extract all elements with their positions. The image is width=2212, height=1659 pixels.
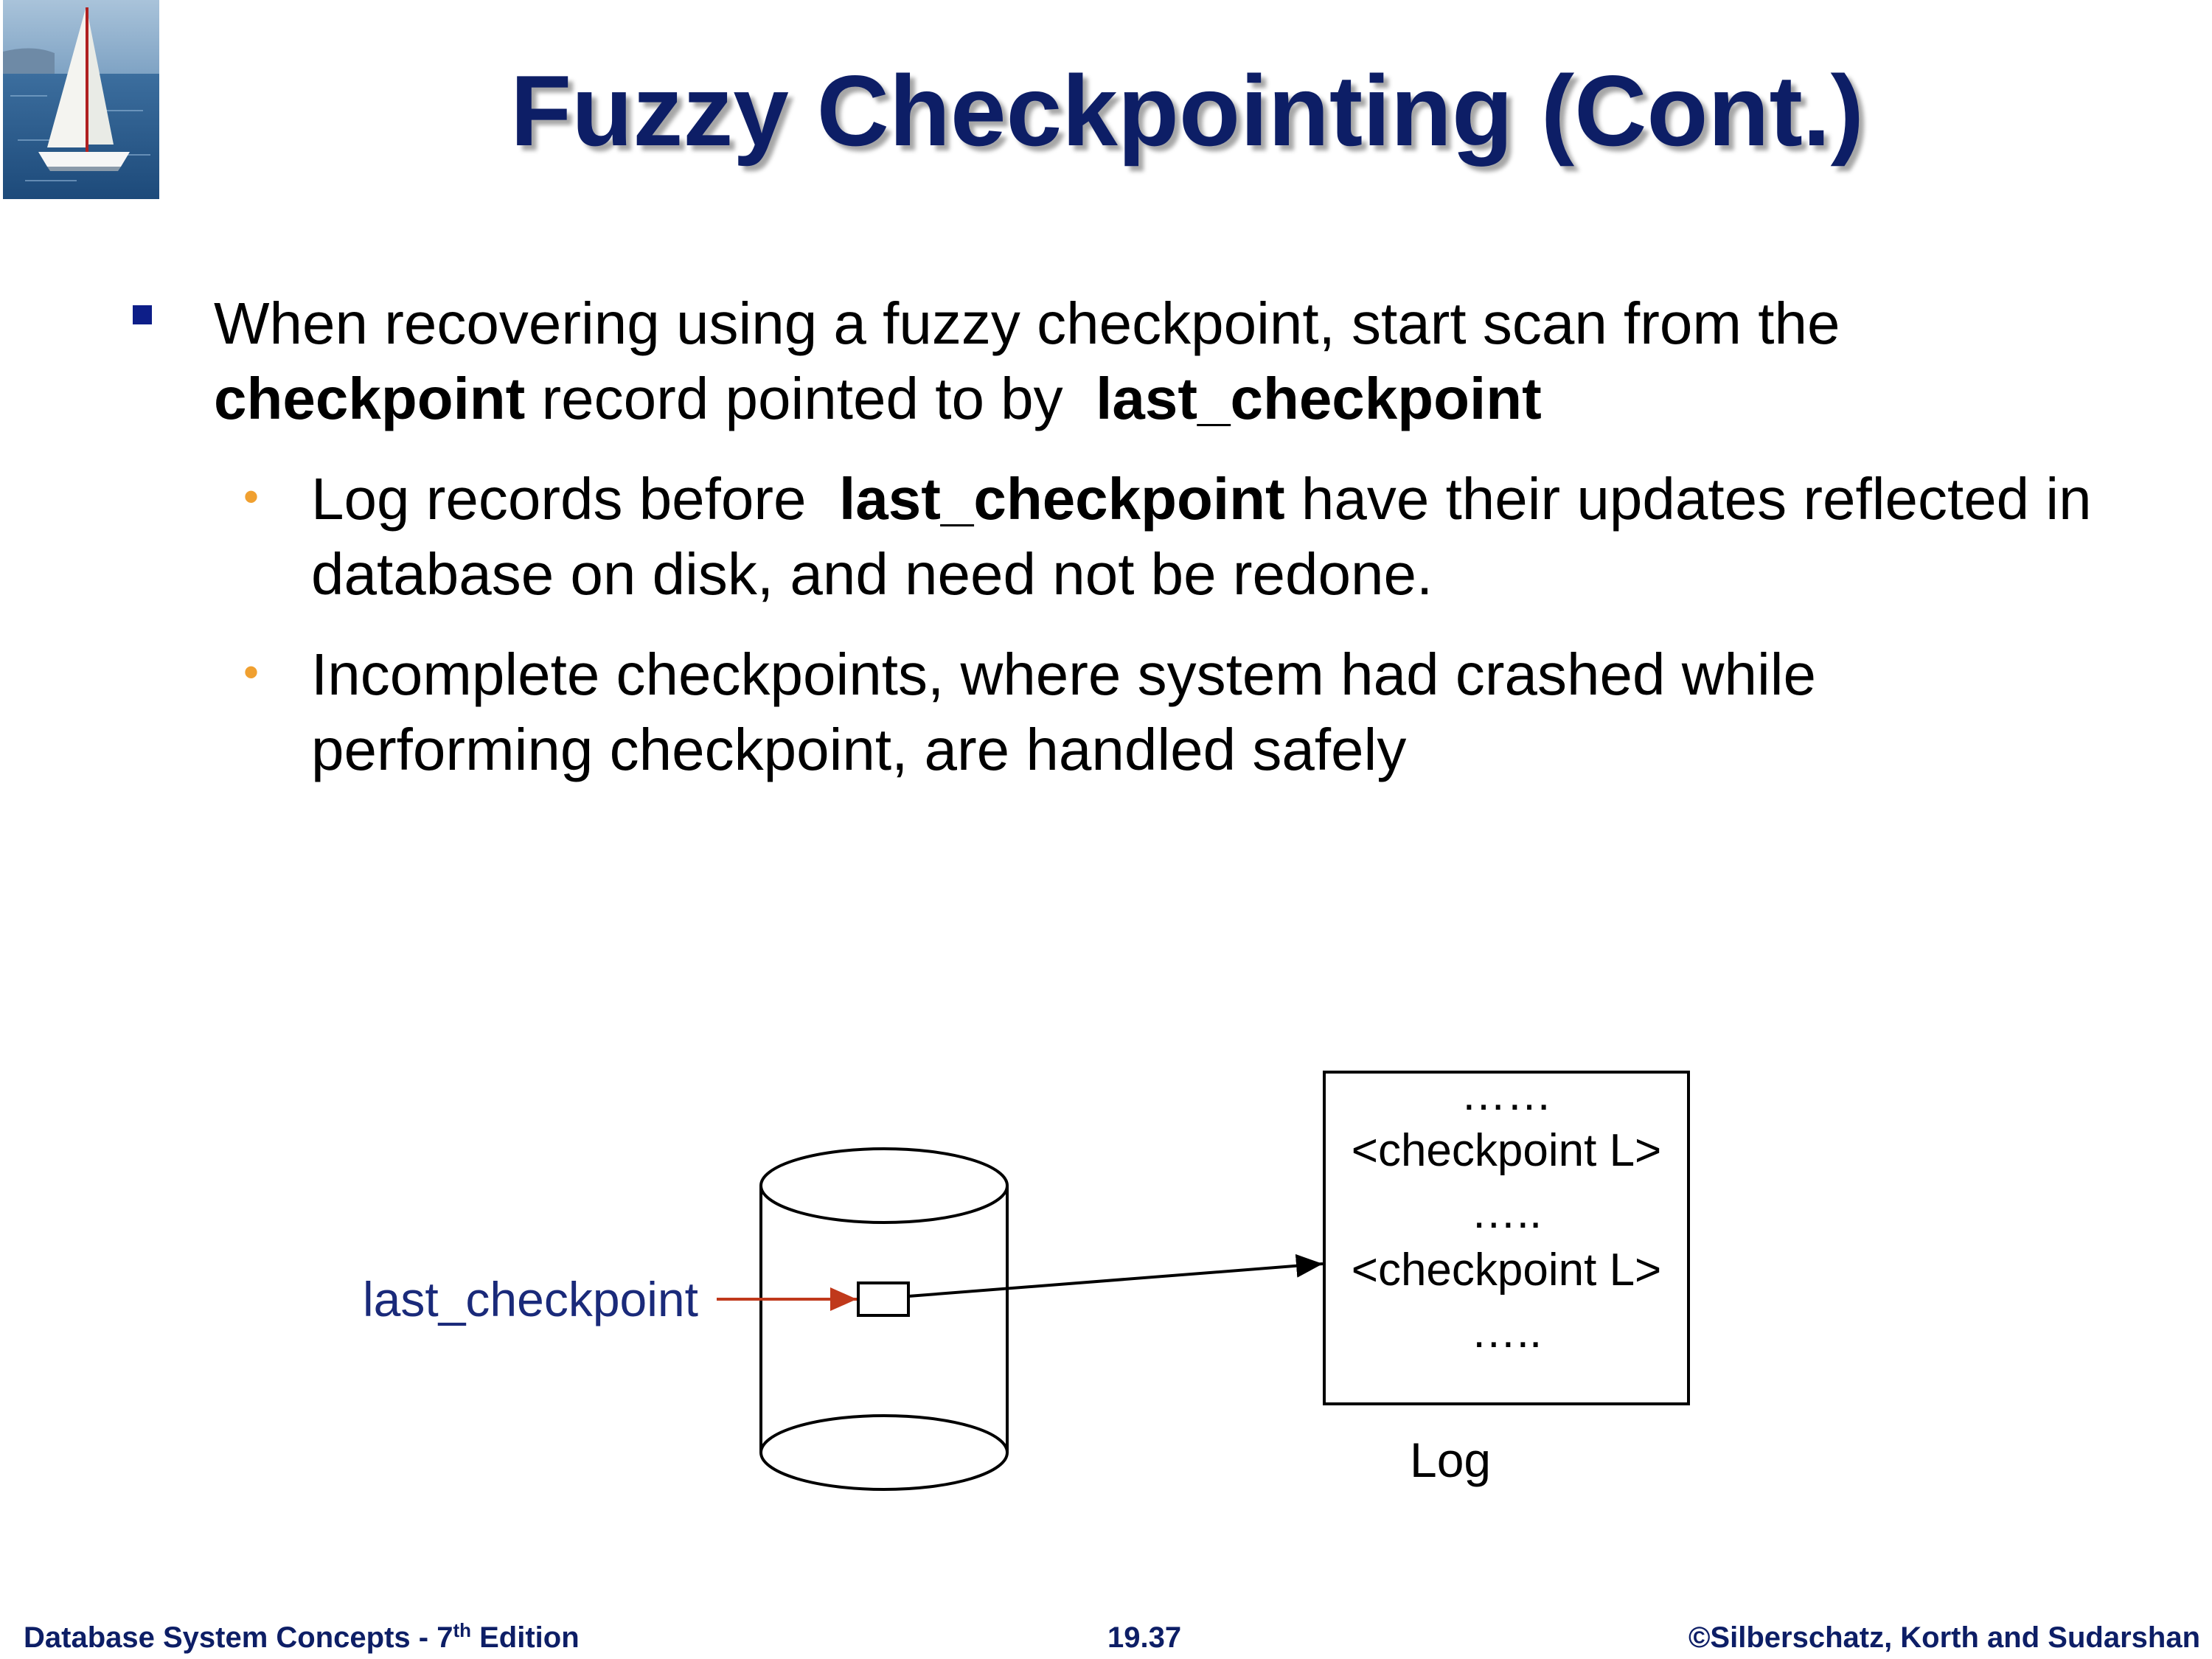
disk-cylinder-icon xyxy=(759,1147,1009,1491)
log-line-2: <checkpoint L> xyxy=(1351,1125,1662,1176)
log-line-1: …… xyxy=(1461,1069,1552,1120)
log-line-4: <checkpoint L> xyxy=(1351,1245,1662,1295)
footer-book-title-main: Database System Concepts - 7 xyxy=(24,1621,453,1654)
footer-copyright: ©Silberschatz, Korth and Sudarshan xyxy=(1688,1621,2200,1654)
log-line-3: ….. xyxy=(1470,1187,1543,1238)
checkpoint-diagram xyxy=(717,1071,1690,1491)
footer-page-number: 19.37 xyxy=(1107,1621,1182,1654)
footer-book-title: Database System Concepts - 7th Edition xyxy=(24,1619,580,1656)
log-caption: Log xyxy=(1410,1433,1492,1487)
footer-book-title-sup: th xyxy=(453,1619,471,1641)
last-checkpoint-label: last_checkpoint xyxy=(363,1272,698,1326)
log-line-5: ….. xyxy=(1470,1307,1543,1357)
last-checkpoint-cell xyxy=(857,1281,910,1317)
slide: Fuzzy Checkpointing (Cont.) When recover… xyxy=(0,0,2212,1659)
footer-book-title-end: Edition xyxy=(471,1621,580,1654)
cell-to-log-arrow xyxy=(908,1253,1324,1298)
